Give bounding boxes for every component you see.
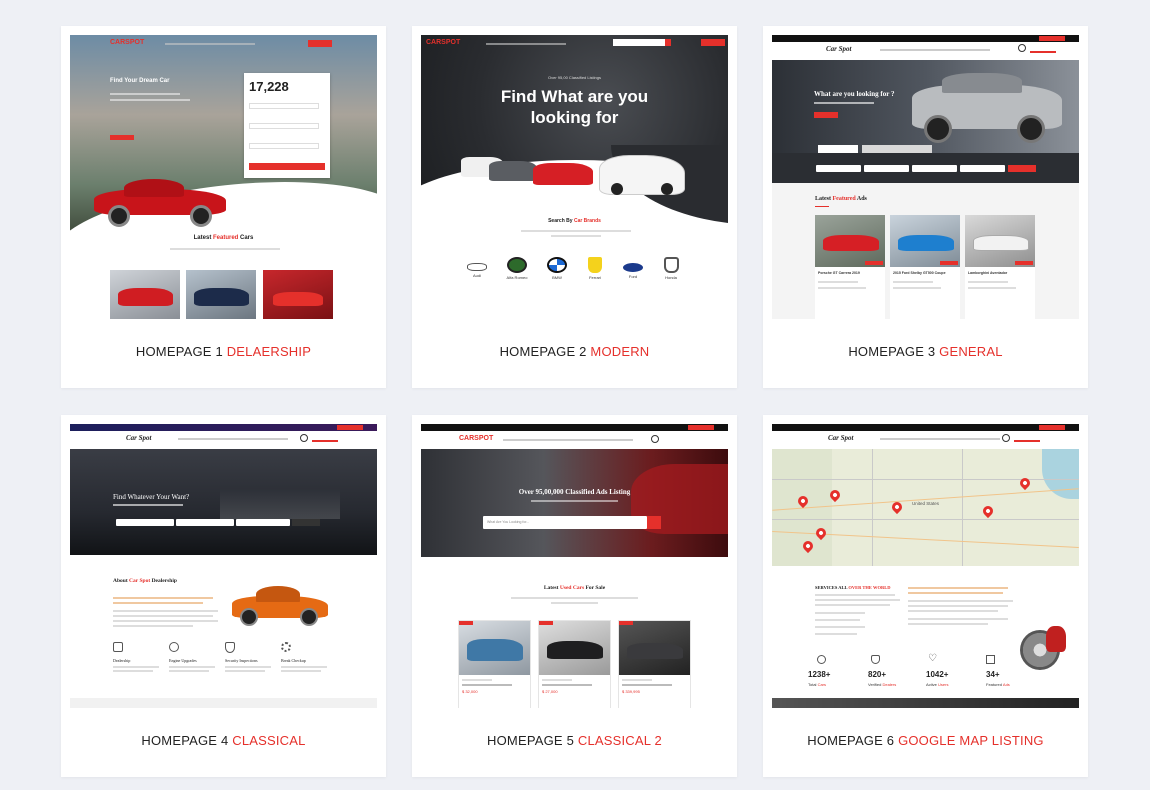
dealership-icon [113,642,123,652]
homepage-card-classical-2[interactable]: CARSPOT Over 95,00,000 Classified Ads Li… [412,415,737,777]
latest-title: Latest Used Cars For Sale [543,585,606,591]
homepage-5-label: HOMEPAGE 5 CLASSICAL 2 [487,733,662,748]
ad-card-2[interactable]: 2015 Ford Shelby GT500 Coupe [890,215,960,319]
homepage-card-dealership[interactable]: CARSPOT Find Your Dream Car 17,228 Lates… [61,26,386,388]
brake-disc-image [1012,624,1072,674]
homepage-card-modern[interactable]: CARSPOT Over 95,00 Classified Listings F… [412,26,737,388]
brand-ferrari[interactable]: Ferrari [583,257,607,280]
service-engine[interactable]: Engine Upgrades [169,642,229,672]
homepage-5-preview[interactable]: CARSPOT Over 95,00,000 Classified Ads Li… [421,424,728,708]
brake-disc-icon [281,642,291,652]
brand-ford[interactable]: Ford [621,259,645,279]
cars-row [461,145,691,205]
service-brake[interactable]: Break Checkup [281,642,341,672]
preview-logo: Car Spot [828,434,854,442]
preview-logo: CARSPOT [426,39,461,46]
homepage-1-label: HOMEPAGE 1 DELAERSHIP [135,344,312,359]
car-thumb-1[interactable] [110,270,180,319]
audi-rings-icon [467,263,487,271]
preview-kicker: Over 95,00 Classified Listings [548,75,601,80]
homepage-card-google-map[interactable]: Car Spot United States SERVICES ALL OVER… [763,415,1088,777]
stat-4-icon [986,655,995,664]
homepage-6-label: HOMEPAGE 6 GOOGLE MAP LISTING [807,733,1044,748]
homepage-6-preview[interactable]: Car Spot United States SERVICES ALL OVER… [772,424,1079,708]
listing-counter: 17,228 [249,79,289,94]
preview-logo: CARSPOT [459,435,494,442]
bmw-icon [547,257,567,273]
preview-headline: Find Whatever Your Want? [113,493,190,501]
service-dealership[interactable]: Dealership [113,642,173,672]
search-form-panel: 17,228 [244,73,330,178]
homepage-3-label: HOMEPAGE 3 GENERAL [848,344,1003,359]
featured-title: Latest Featured Cars [193,235,254,241]
ad-card-1[interactable]: Porsche GT Carrera 2019 [815,215,885,319]
brand-audi[interactable]: Audi [465,259,489,278]
homepage-2-preview[interactable]: CARSPOT Over 95,00 Classified Listings F… [421,35,728,319]
preview-headline: What are you looking for ? [814,90,895,98]
used-car-2[interactable]: $ 27,000 [538,620,611,708]
ford-icon [623,263,643,272]
homepage-2-label: HOMEPAGE 2 MODERN [499,344,650,359]
preview-logo: CARSPOT [110,39,145,46]
heart-icon: ♡ [928,653,937,664]
preview-headline: Over 95,00,000 Classified Ads Listing [518,488,631,496]
brand-alfa[interactable]: Alfa Romeo [503,257,531,280]
featured-title: Latest Featured Ads [815,196,867,202]
used-car-3[interactable]: $ 339,995 [618,620,691,708]
preview-cta [308,40,332,47]
stat-1-icon [817,655,826,664]
homepage-4-preview[interactable]: Car Spot Find Whatever Your Want? About … [70,424,377,708]
homepage-4-label: HOMEPAGE 4 CLASSICAL [141,733,306,748]
stat-featured-ads: 34+ [986,670,1000,679]
honda-icon [663,257,679,273]
search-input[interactable]: What Are You Looking for... [483,516,647,529]
search-button[interactable] [647,516,661,529]
homepage-3-preview[interactable]: Car Spot What are you looking for ? Late… [772,35,1079,319]
preview-logo: Car Spot [826,45,852,53]
homepage-card-general[interactable]: Car Spot What are you looking for ? Late… [763,26,1088,388]
about-orange-car [228,580,332,632]
map-country-label: United States [912,501,940,506]
ferrari-icon [588,257,602,273]
alfa-romeo-icon [507,257,527,273]
preview-nav [165,43,255,45]
stat-2-icon [871,655,880,664]
car-thumb-3[interactable] [263,270,333,319]
brand-honda[interactable]: Honda [659,257,683,280]
services-title: SERVICES ALL OVER THE WORLD [815,585,891,590]
used-car-1[interactable]: $ 32,000 [458,620,531,708]
about-title: About Car Spot Dealership [113,578,177,584]
featured-red-car [86,175,236,227]
shield-icon [225,642,235,653]
hero-suv [902,67,1072,149]
ad-card-3[interactable]: Lamborghini Aventador [965,215,1035,319]
service-security[interactable]: Security Inspections [225,642,285,672]
homepage-card-classical[interactable]: Car Spot Find Whatever Your Want? About … [61,415,386,777]
brands-title: Search By Car Brands [548,218,601,224]
preview-headline: Find What are you looking for [500,87,649,128]
stat-verified-dealers: 820+ [868,670,887,679]
engine-icon [169,642,179,652]
stat-total-cars: 1238+ [808,670,831,679]
brand-bmw[interactable]: BMW [545,257,569,280]
preview-logo: Car Spot [126,434,152,442]
car-thumb-2[interactable] [186,270,256,319]
stat-active-users: 1042+ [926,670,949,679]
homepage-1-preview[interactable]: CARSPOT Find Your Dream Car 17,228 Lates… [70,35,377,319]
google-map[interactable]: United States [772,449,1079,566]
preview-headline: Find Your Dream Car [110,78,170,84]
